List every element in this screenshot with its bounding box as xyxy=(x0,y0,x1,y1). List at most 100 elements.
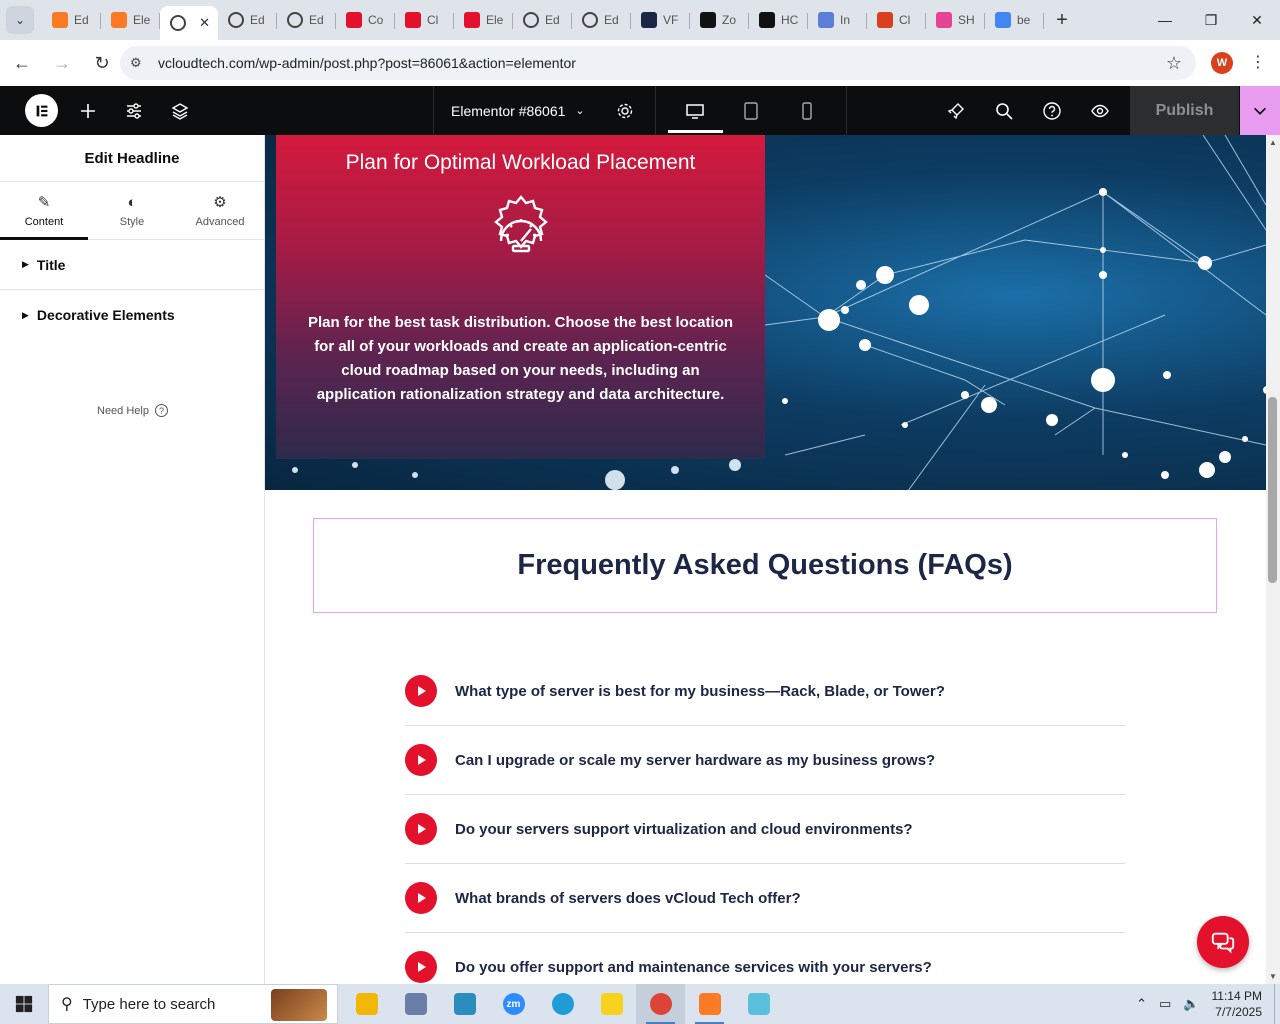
volume-icon[interactable]: 🔈 xyxy=(1183,996,1199,1012)
desktop-view-button[interactable] xyxy=(672,86,718,135)
tab-style[interactable]: ◐ Style xyxy=(88,182,176,239)
omnibox[interactable]: ⚙ vcloudtech.com/wp-admin/post.php?post=… xyxy=(120,46,1196,80)
restore-button[interactable]: ❐ xyxy=(1188,0,1234,40)
speedometer-gear-icon xyxy=(494,195,548,253)
elementor-logo-button[interactable] xyxy=(25,94,58,127)
xampp-icon xyxy=(698,993,721,1015)
start-button[interactable] xyxy=(0,984,48,1024)
tab-title: be xyxy=(1017,13,1031,27)
minimize-button[interactable]: — xyxy=(1142,0,1188,40)
browser-tab[interactable]: Co xyxy=(336,4,395,36)
mobile-view-button[interactable] xyxy=(784,86,830,135)
browser-tab[interactable]: Ed xyxy=(277,4,336,36)
site-settings-button[interactable] xyxy=(111,86,157,135)
chat-widget-button[interactable] xyxy=(1197,916,1249,968)
browser-tab-active[interactable]: ✕ xyxy=(160,6,218,40)
publish-button[interactable]: Publish xyxy=(1130,86,1239,135)
clock-time: 11:14 PM xyxy=(1211,989,1262,1003)
reload-button[interactable]: ↻ xyxy=(84,45,120,81)
app-diamond-icon xyxy=(453,993,476,1015)
browser-menu-icon[interactable]: ⋮ xyxy=(1250,52,1266,72)
tablet-view-button[interactable] xyxy=(728,86,774,135)
tab-search-button[interactable]: ⌄ xyxy=(6,6,34,34)
scroll-down-arrow-icon[interactable]: ▼ xyxy=(1269,972,1277,981)
xampp-icon xyxy=(111,12,127,28)
need-help-link[interactable]: Need Help ? xyxy=(97,404,168,417)
browser-tab[interactable]: In xyxy=(808,4,867,36)
show-desktop-button[interactable] xyxy=(1274,984,1280,1024)
add-element-button[interactable] xyxy=(65,86,111,135)
browser-tab[interactable]: Zo xyxy=(690,4,749,36)
tab-title: Ed xyxy=(74,13,89,27)
mobile-icon xyxy=(802,101,812,120)
hero-section: Plan for Optimal Workload Placement Plan… xyxy=(265,135,1266,490)
faq-heading[interactable]: Frequently Asked Questions (FAQs) xyxy=(517,549,1012,582)
tab-advanced[interactable]: ⚙ Advanced xyxy=(176,182,264,239)
structure-button[interactable] xyxy=(157,86,203,135)
taskbar-app[interactable] xyxy=(391,984,440,1024)
taskbar-app[interactable] xyxy=(538,984,587,1024)
chevron-down-icon: ⌄ xyxy=(575,105,585,117)
faq-item[interactable]: Do your servers support virtualization a… xyxy=(405,795,1125,864)
url-text[interactable]: vcloudtech.com/wp-admin/post.php?post=86… xyxy=(158,55,576,71)
browser-tab[interactable]: Ed xyxy=(513,4,572,36)
browser-tab[interactable]: Cl xyxy=(867,4,926,36)
help-button[interactable] xyxy=(1029,86,1075,135)
faq-item[interactable]: What type of server is best for my busin… xyxy=(405,657,1125,726)
new-tab-button[interactable]: + xyxy=(1048,6,1076,34)
clock[interactable]: 11:14 PM 7/7/2025 xyxy=(1212,988,1262,1020)
close-tab-icon[interactable]: ✕ xyxy=(199,15,210,31)
faq-heading-widget[interactable]: Frequently Asked Questions (FAQs) xyxy=(313,518,1217,613)
section-decorative-elements-toggle[interactable]: ▶ Decorative Elements xyxy=(0,290,264,340)
card-title[interactable]: Plan for Optimal Workload Placement xyxy=(276,151,765,175)
close-window-button[interactable]: ✕ xyxy=(1234,0,1280,40)
browser-tab[interactable]: SH xyxy=(926,4,985,36)
network-icon[interactable]: ▭ xyxy=(1159,996,1171,1012)
desktop-icon xyxy=(686,103,704,119)
back-button[interactable]: ← xyxy=(4,45,40,81)
browser-tab[interactable]: Ed xyxy=(218,4,277,36)
chevron-up-icon[interactable]: ⌃ xyxy=(1136,996,1147,1012)
faq-item[interactable]: Can I upgrade or scale my server hardwar… xyxy=(405,726,1125,795)
taskbar-app[interactable] xyxy=(587,984,636,1024)
profile-avatar[interactable]: W xyxy=(1211,52,1233,74)
browser-tab[interactable]: VF xyxy=(631,4,690,36)
taskbar-app[interactable] xyxy=(734,984,783,1024)
taskbar-search-box[interactable]: ⚲ Type here to search xyxy=(48,984,338,1024)
browser-tab[interactable]: Ed xyxy=(572,4,631,36)
eye-icon xyxy=(1091,104,1109,117)
tab-content[interactable]: ✎ Content xyxy=(0,182,88,240)
taskbar-app[interactable] xyxy=(342,984,391,1024)
browser-tab[interactable]: HC xyxy=(749,4,808,36)
finder-button[interactable] xyxy=(981,86,1027,135)
taskbar-app[interactable] xyxy=(636,984,685,1024)
canvas-scrollbar[interactable]: ▲ ▼ xyxy=(1266,135,1280,984)
forward-button[interactable]: → xyxy=(44,45,80,81)
claude-icon xyxy=(877,12,893,28)
browser-tab[interactable]: Ed xyxy=(42,4,101,36)
site-info-icon[interactable]: ⚙ xyxy=(130,55,150,71)
browser-tab[interactable]: Ele xyxy=(101,4,160,36)
scroll-up-arrow-icon[interactable]: ▲ xyxy=(1269,138,1277,147)
panel-tabs: ✎ Content ◐ Style ⚙ Advanced xyxy=(0,182,264,240)
publish-options-button[interactable] xyxy=(1240,86,1280,135)
tab-title: Cl xyxy=(427,13,439,27)
taskbar-app[interactable] xyxy=(440,984,489,1024)
faq-item[interactable]: What brands of servers does vCloud Tech … xyxy=(405,864,1125,933)
preview-button[interactable] xyxy=(1077,86,1123,135)
browser-tab[interactable]: be xyxy=(985,4,1044,36)
page-settings-button[interactable] xyxy=(602,86,648,135)
tab-title: Cl xyxy=(899,13,911,27)
section-title-toggle[interactable]: ▶ Title xyxy=(0,240,264,290)
faq-item[interactable]: Do you offer support and maintenance ser… xyxy=(405,933,1125,984)
taskbar-app[interactable]: zm xyxy=(489,984,538,1024)
scrollbar-thumb[interactable] xyxy=(1268,397,1277,583)
search-icon: ⚲ xyxy=(61,996,73,1013)
browser-tab[interactable]: Ele xyxy=(454,4,513,36)
taskbar-app[interactable] xyxy=(685,984,734,1024)
notes-button[interactable] xyxy=(933,86,979,135)
play-arrow-icon xyxy=(405,675,437,707)
bookmark-star-icon[interactable]: ☆ xyxy=(1166,53,1182,74)
diamond-icon xyxy=(346,12,362,28)
browser-tab[interactable]: Cl xyxy=(395,4,454,36)
